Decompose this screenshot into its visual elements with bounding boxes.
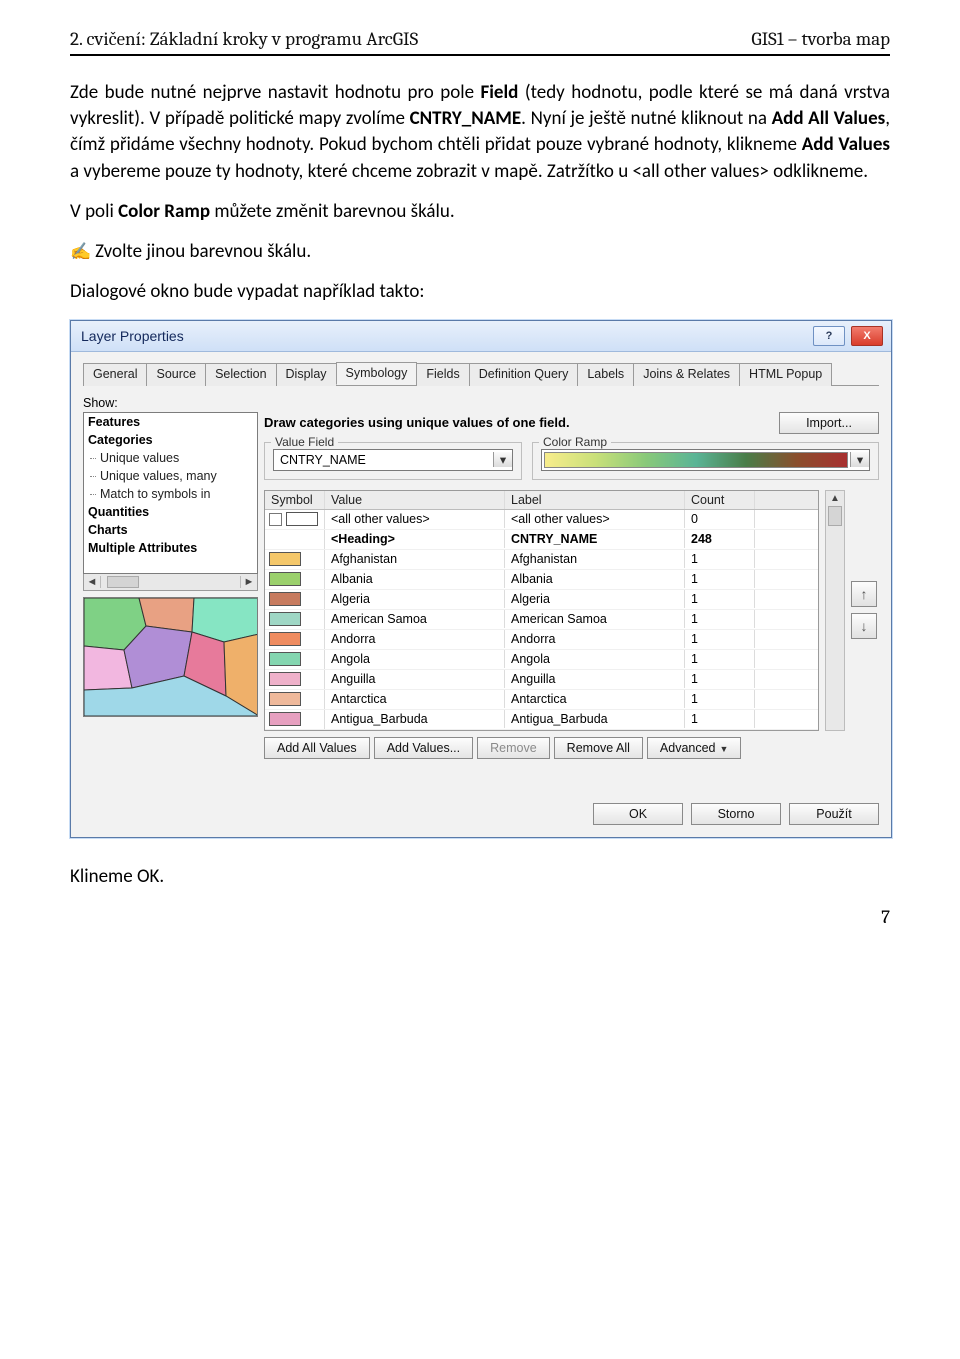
- chevron-down-icon[interactable]: ▾: [493, 452, 512, 467]
- page-number: 7: [881, 906, 890, 928]
- table-row[interactable]: <Heading>CNTRY_NAME248: [265, 530, 818, 550]
- color-swatch[interactable]: [269, 632, 301, 646]
- panel-description: Draw categories using unique values of o…: [264, 415, 769, 430]
- header-right: GIS1 – tvorba map: [751, 28, 890, 50]
- tab-definition-query[interactable]: Definition Query: [469, 363, 579, 386]
- remove-all-button[interactable]: Remove All: [554, 737, 643, 759]
- hand-icon: ✍: [70, 242, 91, 261]
- color-swatch[interactable]: [286, 512, 318, 526]
- table-row[interactable]: AntarcticaAntarctica1: [265, 690, 818, 710]
- header-left: 2. cvičení: Základní kroky v programu Ar…: [70, 28, 418, 50]
- tab-labels[interactable]: Labels: [577, 363, 634, 386]
- tab-fields[interactable]: Fields: [416, 363, 469, 386]
- show-match-symbols[interactable]: Match to symbols in: [84, 485, 257, 503]
- value-field-combo[interactable]: CNTRY_NAME ▾: [273, 449, 513, 471]
- tab-source[interactable]: Source: [146, 363, 206, 386]
- color-swatch[interactable]: [269, 592, 301, 606]
- color-swatch[interactable]: [269, 672, 301, 686]
- chevron-down-icon: ▼: [720, 744, 729, 754]
- row-checkbox[interactable]: [269, 513, 282, 526]
- tab-general[interactable]: General: [83, 363, 147, 386]
- color-swatch[interactable]: [269, 652, 301, 666]
- paragraph-3: ✍Zvolte jinou barevnou škálu.: [70, 239, 890, 265]
- color-swatch[interactable]: [269, 612, 301, 626]
- show-charts[interactable]: Charts: [84, 521, 257, 539]
- show-unique-values[interactable]: Unique values: [84, 449, 257, 467]
- scroll-thumb[interactable]: [828, 506, 842, 526]
- dialog-screenshot: Layer Properties ? X General Source Sele…: [70, 320, 890, 838]
- apply-button[interactable]: Použít: [789, 803, 879, 825]
- symbology-preview: [83, 597, 258, 717]
- show-features[interactable]: Features: [84, 413, 257, 431]
- remove-button[interactable]: Remove: [477, 737, 550, 759]
- tab-strip: General Source Selection Display Symbolo…: [83, 362, 879, 386]
- advanced-button[interactable]: Advanced▼: [647, 737, 742, 759]
- import-button[interactable]: Import...: [779, 412, 879, 434]
- paragraph-2: V poli Color Ramp můžete změnit barevnou…: [70, 199, 890, 225]
- tab-symbology[interactable]: Symbology: [336, 362, 418, 385]
- table-row[interactable]: Antigua_BarbudaAntigua_Barbuda1: [265, 710, 818, 730]
- grid-vscrollbar[interactable]: ▲: [825, 490, 845, 731]
- color-swatch[interactable]: [269, 712, 301, 726]
- show-list[interactable]: Features Categories Unique values Unique…: [83, 412, 258, 574]
- table-row[interactable]: AndorraAndorra1: [265, 630, 818, 650]
- preview-map-icon: [84, 598, 258, 716]
- paragraph-5: Klineme OK.: [70, 864, 890, 890]
- table-row[interactable]: AngolaAngola1: [265, 650, 818, 670]
- value-field-label: Value Field: [271, 435, 338, 449]
- show-quantities[interactable]: Quantities: [84, 503, 257, 521]
- tab-joins-relates[interactable]: Joins & Relates: [633, 363, 740, 386]
- add-values-button[interactable]: Add Values...: [374, 737, 473, 759]
- scroll-left-icon[interactable]: ◄: [84, 576, 101, 588]
- chevron-down-icon[interactable]: ▾: [850, 452, 869, 467]
- table-row[interactable]: AlbaniaAlbania1: [265, 570, 818, 590]
- color-ramp-label: Color Ramp: [539, 435, 611, 449]
- color-swatch[interactable]: [269, 552, 301, 566]
- paragraph-1: Zde bude nutné nejprve nastavit hodnotu …: [70, 80, 890, 185]
- show-unique-values-many[interactable]: Unique values, many: [84, 467, 257, 485]
- tab-display[interactable]: Display: [276, 363, 337, 386]
- cancel-button[interactable]: Storno: [691, 803, 781, 825]
- grid-header: Symbol Value Label Count: [265, 491, 818, 510]
- show-multiple-attributes[interactable]: Multiple Attributes: [84, 539, 257, 557]
- close-button[interactable]: X: [851, 326, 883, 346]
- add-all-values-button[interactable]: Add All Values: [264, 737, 370, 759]
- table-row[interactable]: AnguillaAnguilla1: [265, 670, 818, 690]
- help-button[interactable]: ?: [813, 326, 845, 346]
- values-grid[interactable]: Symbol Value Label Count <all other valu…: [264, 490, 819, 731]
- table-row[interactable]: AfghanistanAfghanistan1: [265, 550, 818, 570]
- ok-button[interactable]: OK: [593, 803, 683, 825]
- color-swatch[interactable]: [269, 572, 301, 586]
- show-list-hscrollbar[interactable]: ◄ ►: [83, 574, 258, 591]
- color-swatch[interactable]: [269, 692, 301, 706]
- tab-selection[interactable]: Selection: [205, 363, 276, 386]
- titlebar: Layer Properties ? X: [71, 321, 891, 352]
- scroll-right-icon[interactable]: ►: [240, 576, 257, 588]
- table-row[interactable]: AlgeriaAlgeria1: [265, 590, 818, 610]
- table-row[interactable]: <all other values><all other values>0: [265, 510, 818, 530]
- show-label: Show:: [83, 396, 879, 410]
- scroll-thumb[interactable]: [107, 576, 139, 588]
- tab-html-popup[interactable]: HTML Popup: [739, 363, 832, 386]
- move-down-button[interactable]: ↓: [851, 613, 877, 639]
- header-rule: [70, 54, 890, 56]
- move-up-button[interactable]: ↑: [851, 581, 877, 607]
- paragraph-4: Dialogové okno bude vypadat například ta…: [70, 279, 890, 305]
- table-row[interactable]: American SamoaAmerican Samoa1: [265, 610, 818, 630]
- dialog-title: Layer Properties: [81, 328, 813, 344]
- color-ramp-combo[interactable]: ▾: [541, 449, 870, 471]
- show-categories[interactable]: Categories: [84, 431, 257, 449]
- color-ramp-swatch: [544, 452, 848, 468]
- scroll-up-icon[interactable]: ▲: [830, 493, 840, 504]
